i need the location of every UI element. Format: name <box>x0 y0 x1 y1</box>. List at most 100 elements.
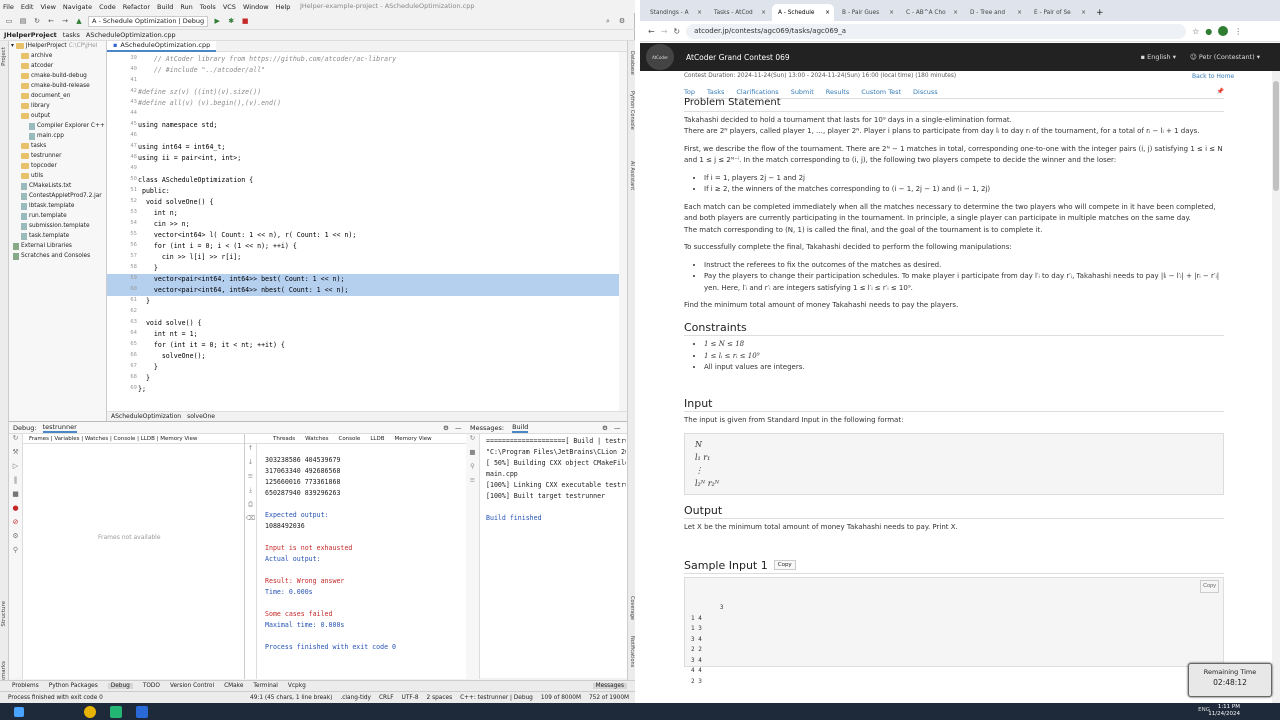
settings-icon[interactable]: ⚙ <box>617 16 627 26</box>
close-icon[interactable]: × <box>761 10 766 16</box>
contest-name[interactable]: AtCoder Grand Contest 069 <box>686 53 790 62</box>
extension-icon[interactable]: ● <box>1205 27 1212 36</box>
tool-tab-messages[interactable]: Messages <box>592 683 627 689</box>
tree-node[interactable]: main.cpp <box>9 131 106 141</box>
scroll-end-icon[interactable]: ⤓ <box>245 486 256 500</box>
status-widget[interactable]: 2 spaces <box>427 695 453 701</box>
stop-build-icon[interactable]: ■ <box>466 448 479 462</box>
console-tab-console[interactable]: Console <box>338 436 360 442</box>
tree-node[interactable]: cmake-build-debug <box>9 71 106 81</box>
nav-clarifications[interactable]: Clarifications <box>736 88 778 96</box>
browser-tab[interactable]: B - Pair Gues × <box>836 4 898 21</box>
save-icon[interactable]: ▤ <box>18 16 28 26</box>
search-icon[interactable]: ⌕ <box>603 16 613 26</box>
clion-icon[interactable] <box>110 705 122 718</box>
back-icon[interactable]: ← <box>648 27 655 36</box>
open-icon[interactable]: ▭ <box>4 16 14 26</box>
wrap-icon[interactable]: ≡ <box>245 472 256 486</box>
nav-results[interactable]: Results <box>826 88 849 96</box>
chrome-icon[interactable] <box>84 705 96 718</box>
tree-node[interactable]: library <box>9 101 106 111</box>
menu-item-view[interactable]: View <box>40 3 55 11</box>
tool-tab-version-control[interactable]: Version Control <box>170 683 214 689</box>
menu-item-navigate[interactable]: Navigate <box>63 3 92 11</box>
tool-tab-python-packages[interactable]: Python Packages <box>49 683 98 689</box>
atcoder-logo[interactable]: AtCoder <box>646 44 674 70</box>
settings-wrench-icon[interactable]: ⚒ <box>9 448 22 462</box>
console-tab-threads[interactable]: Threads <box>273 436 295 442</box>
project-root[interactable]: ▾ JHelperProject C:\CP\JHel <box>9 41 106 51</box>
menu-item-help[interactable]: Help <box>276 3 291 11</box>
tree-node[interactable]: atcoder <box>9 61 106 71</box>
nav-top[interactable]: Top <box>684 88 695 96</box>
forward-icon[interactable]: → <box>60 16 70 26</box>
clear-icon[interactable]: ⌫ <box>245 514 256 528</box>
pin-icon[interactable]: ⚲ <box>9 546 22 560</box>
print-icon[interactable]: ⎙ <box>245 500 256 514</box>
down-icon[interactable]: ↓ <box>245 458 256 472</box>
close-icon[interactable]: × <box>953 10 958 16</box>
menu-icon[interactable]: ⋮ <box>1234 27 1242 36</box>
language-select[interactable]: ▪ English ▾ <box>1141 53 1176 61</box>
filter-icon[interactable]: ⚲ <box>466 462 479 476</box>
status-widget[interactable]: UTF-8 <box>402 695 419 701</box>
up-icon[interactable]: ↑ <box>245 444 256 458</box>
nav-tasks[interactable]: Tasks <box>707 88 724 96</box>
menu-item-code[interactable]: Code <box>99 3 116 11</box>
refresh-icon[interactable]: ↻ <box>32 16 42 26</box>
breadcrumb-file[interactable]: AScheduleOptimization.cpp <box>86 31 176 39</box>
tool-tab-todo[interactable]: TODO <box>143 683 160 689</box>
python-console-tool-tab[interactable]: Python Console <box>629 91 635 130</box>
messages-output[interactable]: ====================[ Build | testru "C:\… <box>486 436 626 524</box>
app-icon[interactable] <box>136 705 148 718</box>
profile-avatar[interactable] <box>1218 26 1229 36</box>
messages-minimize-icon[interactable]: — <box>614 424 621 432</box>
database-tool-tab[interactable]: Database <box>629 51 635 75</box>
copy-button[interactable]: Copy <box>773 559 796 570</box>
menu-item-build[interactable]: Build <box>157 3 173 11</box>
console-output[interactable]: 303238586 404539679 317063340 492686568 12… <box>265 455 396 653</box>
forward-icon[interactable]: → <box>661 27 668 36</box>
status-widget[interactable]: 752 of 1900M <box>589 695 629 701</box>
notifications-tool-tab[interactable]: Notifications <box>629 636 635 667</box>
status-widget[interactable]: 109 of 8000M <box>541 695 581 701</box>
url-input[interactable]: atcoder.jp/contests/agc069/tasks/agc069_… <box>686 23 1187 39</box>
project-tool-tab[interactable]: Project <box>1 47 7 66</box>
tool-tab-terminal[interactable]: Terminal <box>253 683 278 689</box>
tool-tab-vcpkg[interactable]: Vcpkg <box>288 683 306 689</box>
breadcrumb-project[interactable]: JHelperProject <box>4 31 57 39</box>
console-tab-memory-view[interactable]: Memory View <box>394 436 431 442</box>
editor-breadcrumb-class[interactable]: AScheduleOptimization <box>111 413 181 420</box>
status-widget[interactable]: C++: testrunner | Debug <box>460 695 533 701</box>
stop-icon[interactable]: ■ <box>9 490 22 504</box>
pause-icon[interactable]: ‖ <box>9 476 22 490</box>
tree-node[interactable]: cmake-build-release <box>9 81 106 91</box>
menu-item-window[interactable]: Window <box>243 3 269 11</box>
debug-icon[interactable]: ✱ <box>226 16 236 26</box>
mute-breakpoints-icon[interactable]: ⊘ <box>9 518 22 532</box>
debug-tab-testrunner[interactable]: testrunner <box>42 423 77 433</box>
nav-custom-test[interactable]: Custom Test <box>861 88 901 96</box>
new-tab-icon[interactable]: + <box>1096 8 1104 18</box>
tree-node[interactable]: output <box>9 111 106 121</box>
resume-icon[interactable]: ▷ <box>9 462 22 476</box>
back-icon[interactable]: ← <box>46 16 56 26</box>
frames-tab-bar[interactable]: Frames | Variables | Watches | Console |… <box>23 434 244 444</box>
messages-tab-build[interactable]: Build <box>512 423 529 433</box>
ai-assistant-tool-tab[interactable]: AI Assistant <box>629 161 635 190</box>
status-widget[interactable]: 49:1 (45 chars, 1 line break) <box>250 695 332 701</box>
browser-tab[interactable]: C - AB^A Cho × <box>900 4 962 21</box>
close-icon[interactable]: × <box>889 10 894 16</box>
menu-item-tools[interactable]: Tools <box>200 3 216 11</box>
console-tab-watches[interactable]: Watches <box>305 436 328 442</box>
tree-node[interactable]: submission.template <box>9 221 106 231</box>
menu-item-refactor[interactable]: Refactor <box>123 3 150 11</box>
console-tab-lldb[interactable]: LLDB <box>370 436 384 442</box>
run-config-select[interactable]: A - Schedule Optimization | Debug <box>88 15 209 27</box>
view-breakpoints-icon[interactable]: ● <box>9 504 22 518</box>
close-icon[interactable]: × <box>697 10 702 16</box>
browser-tab[interactable]: A - Schedule × <box>772 4 834 21</box>
user-menu[interactable]: ☺ Petr (Contestant) ▾ <box>1190 53 1260 61</box>
menu-item-file[interactable]: File <box>3 3 14 11</box>
tree-node[interactable]: run.template <box>9 211 106 221</box>
